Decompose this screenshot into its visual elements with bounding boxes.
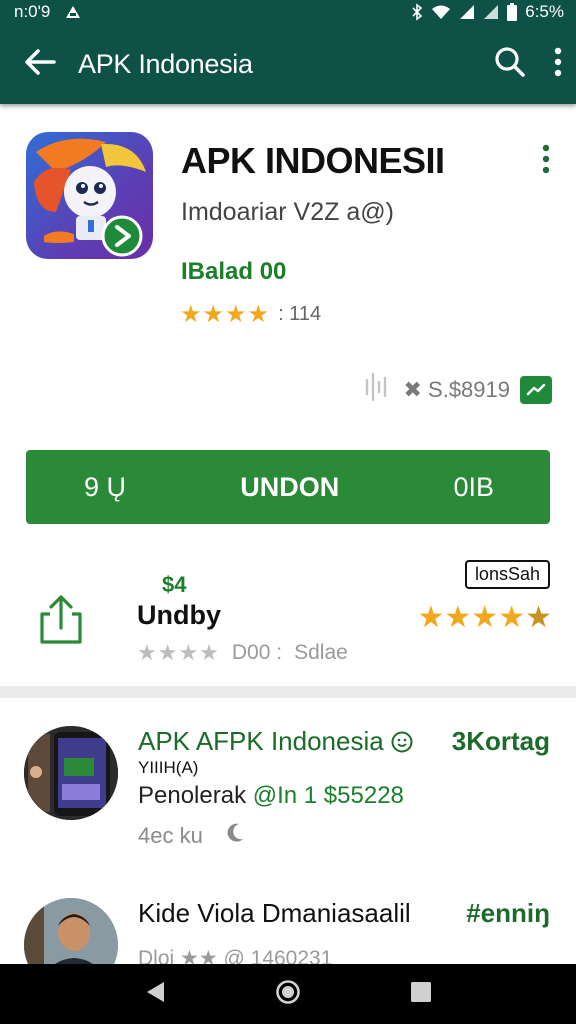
rating-stars: ★★★★	[180, 301, 271, 328]
app-icon[interactable]	[26, 132, 153, 259]
signal-icon	[459, 3, 475, 21]
bluetooth-icon	[411, 3, 423, 21]
battery-icon	[507, 3, 518, 21]
install-button-right: 0IB	[453, 471, 494, 502]
recents-nav-icon[interactable]	[410, 981, 432, 1008]
rating-count: : 114	[278, 303, 322, 325]
app-title: APK INDONESII	[181, 140, 445, 181]
navigation-bar	[0, 964, 576, 1024]
app-overflow-icon[interactable]	[542, 144, 550, 179]
overflow-menu-icon[interactable]	[554, 47, 562, 82]
related-list: APK AFPK Indonesia 3Kortag YIIIH(A) Peno…	[0, 698, 576, 992]
signal-icon-2	[483, 3, 499, 21]
developer-badge[interactable]: lonsSah	[464, 560, 550, 589]
app-rating: ★★★★ : 114	[180, 300, 321, 329]
developer-sale: Sdlae	[294, 641, 348, 664]
smiley-icon	[391, 726, 413, 756]
moon-icon	[225, 822, 245, 850]
notification-icon	[64, 3, 82, 21]
app-meta-size: ✖ S.$8919	[403, 377, 510, 402]
developer-rating: ★★★★ D00 : Sdlae	[137, 640, 348, 666]
developer-price: $4	[162, 572, 187, 597]
app-meta-row: ✖ S.$8919	[363, 370, 552, 410]
developer-name[interactable]: Undby	[137, 600, 221, 631]
wifi-icon	[431, 3, 451, 21]
screen: n:0'9 6:5% APK Indonesia APK INDONESII I…	[0, 0, 576, 1024]
battery-level: 6:5%	[525, 2, 564, 21]
app-subtitle: Imdoariar V2Z a@)	[181, 198, 394, 226]
back-arrow-icon[interactable]	[24, 48, 56, 81]
list-item-tag: #enniŋ	[466, 898, 550, 928]
list-item-title: APK AFPK Indonesia	[138, 726, 413, 757]
audio-wave-icon	[363, 370, 393, 410]
list-item-tag: 3Kortag	[451, 726, 550, 756]
list-item-title: Kide Viola Dmaniasaalil	[138, 898, 411, 928]
status-bar: n:0'9 6:5%	[0, 0, 576, 24]
list-item-meta: 4ec ku	[138, 822, 245, 850]
share-icon[interactable]	[38, 594, 84, 651]
avatar	[24, 726, 118, 820]
app-details-card: APK INDONESII Imdoariar V2Z a@) IBalad 0…	[0, 106, 576, 686]
developer-big-stars: ★★★★★	[417, 601, 552, 634]
search-icon[interactable]	[494, 46, 526, 83]
trend-icon[interactable]	[520, 376, 552, 404]
back-nav-icon[interactable]	[144, 980, 166, 1009]
developer-rating-count: D00 :	[231, 641, 283, 664]
developer-rating-stars: ★★★★	[137, 640, 220, 665]
app-category: IBalad 00	[181, 258, 287, 285]
home-nav-icon[interactable]	[275, 979, 301, 1010]
install-button-label: UNDON	[240, 471, 340, 502]
status-time: n:0'9	[14, 2, 51, 21]
app-bar-title: APK Indonesia	[78, 48, 253, 79]
list-item-detail: Penolerak @In 1 $55228	[138, 782, 404, 809]
list-item-subtitle: YIIIH(A)	[138, 758, 199, 777]
app-bar: APK Indonesia	[0, 24, 576, 104]
install-button-left: 9 Ų	[84, 471, 127, 502]
install-button[interactable]: 9 Ų UNDON 0IB	[26, 450, 550, 524]
